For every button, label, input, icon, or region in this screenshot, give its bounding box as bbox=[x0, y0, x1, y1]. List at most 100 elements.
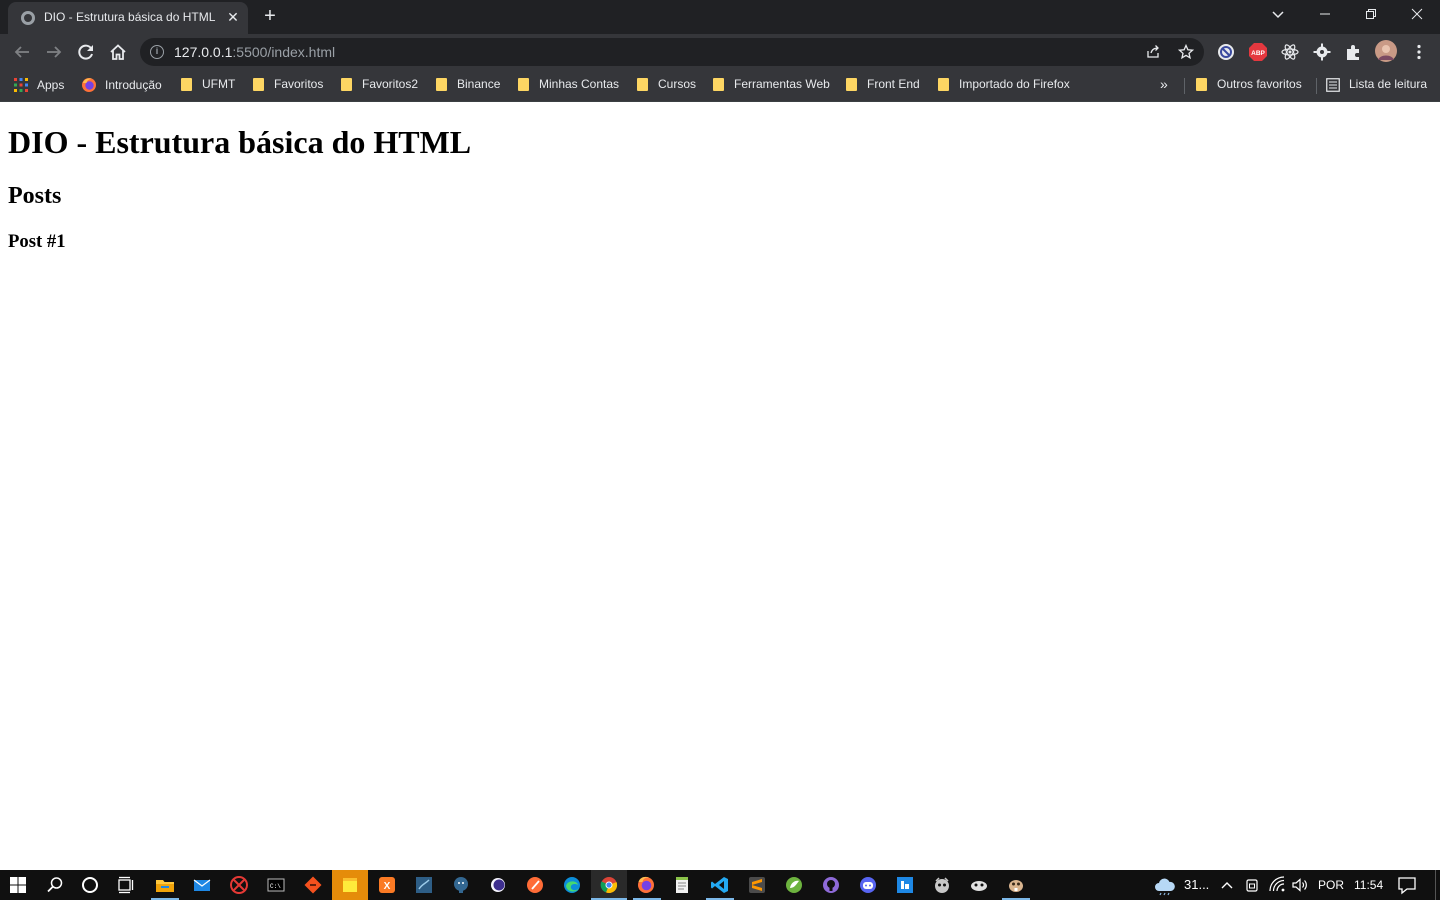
github-desktop-icon[interactable] bbox=[820, 874, 842, 896]
clock-time[interactable]: 11:54 bbox=[1354, 878, 1383, 892]
new-tab-button[interactable]: + bbox=[259, 5, 281, 27]
discord-icon[interactable] bbox=[857, 874, 879, 896]
extensions-puzzle-icon[interactable] bbox=[1344, 42, 1364, 62]
mail-icon[interactable] bbox=[191, 874, 213, 896]
url-text[interactable]: 127.0.0.1:5500/index.html bbox=[174, 44, 335, 60]
close-window-button[interactable] bbox=[1394, 0, 1440, 30]
git-icon[interactable] bbox=[302, 874, 324, 896]
bookmark-label: Binance bbox=[457, 77, 501, 91]
globe-icon bbox=[21, 11, 35, 25]
show-desktop-button[interactable] bbox=[1435, 870, 1436, 900]
tab-title: DIO - Estrutura básica do HTML bbox=[44, 10, 216, 24]
bookmark-folder-importado-firefox[interactable]: Importado do Firefox bbox=[938, 77, 1070, 95]
chrome-taskbar-button[interactable] bbox=[591, 870, 627, 900]
bookmark-apps[interactable]: Apps bbox=[13, 77, 64, 95]
minimize-icon bbox=[1320, 13, 1330, 15]
bookmark-folder-ufmt[interactable]: UFMT bbox=[181, 77, 235, 95]
cortana-icon[interactable] bbox=[79, 874, 101, 896]
firefox-icon[interactable] bbox=[635, 874, 657, 896]
command-prompt-icon[interactable]: C:\ bbox=[265, 874, 287, 896]
react-devtools-icon[interactable] bbox=[1280, 42, 1300, 62]
bookmark-folder-binance[interactable]: Binance bbox=[436, 77, 500, 95]
bookmark-folder-minhas-contas[interactable]: Minhas Contas bbox=[518, 77, 619, 95]
svg-text:X: X bbox=[384, 881, 391, 892]
minimize-button[interactable] bbox=[1302, 0, 1348, 30]
url-host: 127.0.0.1 bbox=[174, 44, 233, 60]
menu-kebab-icon[interactable] bbox=[1409, 42, 1429, 62]
volume-icon[interactable] bbox=[1290, 874, 1310, 896]
reload-icon[interactable] bbox=[72, 38, 100, 66]
tab-close-icon[interactable]: ✕ bbox=[224, 8, 242, 26]
address-bar[interactable]: i 127.0.0.1:5500/index.html bbox=[140, 38, 1204, 66]
gear-extension-icon[interactable] bbox=[1312, 42, 1332, 62]
bookmarks-overflow-chevron-icon[interactable]: » bbox=[1160, 76, 1168, 92]
site-info-icon[interactable]: i bbox=[150, 45, 164, 59]
input-language[interactable]: POR bbox=[1318, 878, 1344, 892]
app-red-circle-icon[interactable] bbox=[228, 874, 250, 896]
adblock-plus-icon[interactable]: ABP bbox=[1248, 42, 1268, 62]
sticky-notes-icon bbox=[343, 878, 357, 892]
profile-avatar[interactable] bbox=[1375, 40, 1397, 62]
bookmark-introducao[interactable]: Introdução bbox=[81, 77, 162, 95]
folder-icon bbox=[938, 78, 949, 91]
bookmark-folder-favoritos[interactable]: Favoritos bbox=[253, 77, 323, 95]
reading-list-button[interactable]: Lista de leitura bbox=[1326, 77, 1427, 95]
notepad-icon[interactable] bbox=[671, 874, 693, 896]
bookmark-label: Importado do Firefox bbox=[959, 77, 1070, 91]
eclipse-icon[interactable] bbox=[487, 874, 509, 896]
task-view-icon[interactable] bbox=[115, 874, 137, 896]
xampp-icon[interactable]: X bbox=[376, 874, 398, 896]
file-explorer-icon[interactable] bbox=[154, 874, 176, 896]
ubuntu-wsl-icon[interactable] bbox=[931, 874, 953, 896]
tab-search-chevron-icon[interactable] bbox=[1266, 2, 1290, 26]
sublime-text-icon[interactable] bbox=[746, 874, 768, 896]
dbeaver-icon[interactable] bbox=[1005, 874, 1027, 896]
bookmark-folder-cursos[interactable]: Cursos bbox=[637, 77, 696, 95]
restore-button[interactable] bbox=[1348, 0, 1394, 30]
tab-active[interactable]: DIO - Estrutura básica do HTML ✕ bbox=[8, 2, 248, 34]
blocker-extension-icon[interactable] bbox=[1216, 42, 1236, 62]
forward-icon[interactable] bbox=[40, 38, 68, 66]
search-icon[interactable] bbox=[44, 874, 66, 896]
azure-data-studio-icon[interactable] bbox=[894, 874, 916, 896]
svg-text:ABP: ABP bbox=[1251, 50, 1265, 57]
notifications-icon[interactable] bbox=[1396, 874, 1418, 896]
postman-icon[interactable] bbox=[524, 874, 546, 896]
bookmark-folder-outros-favoritos[interactable]: Outros favoritos bbox=[1196, 77, 1302, 95]
url-path: :5500/index.html bbox=[232, 44, 336, 60]
vscode-icon[interactable] bbox=[709, 874, 731, 896]
folder-icon bbox=[181, 78, 192, 91]
close-icon bbox=[1411, 8, 1423, 20]
windows-start-icon[interactable] bbox=[7, 874, 29, 896]
bookmark-folder-ferramentas-web[interactable]: Ferramentas Web bbox=[713, 77, 830, 95]
reading-list-label: Lista de leitura bbox=[1349, 77, 1428, 91]
spring-tools-icon[interactable] bbox=[783, 874, 805, 896]
bookmarks-bar: Apps Introdução UFMT Favoritos Favoritos… bbox=[0, 70, 1440, 102]
weather-cloud-icon[interactable] bbox=[1153, 874, 1177, 896]
folder-icon bbox=[341, 78, 352, 91]
bookmark-star-icon[interactable] bbox=[1178, 44, 1194, 60]
device-icon[interactable] bbox=[1242, 874, 1262, 896]
edge-icon[interactable] bbox=[561, 874, 583, 896]
bookmark-label: UFMT bbox=[202, 77, 236, 91]
wifi-icon[interactable] bbox=[1267, 874, 1287, 896]
back-icon[interactable] bbox=[8, 38, 36, 66]
chevron-up-icon[interactable] bbox=[1217, 874, 1237, 896]
tab-strip: DIO - Estrutura básica do HTML ✕ + bbox=[0, 0, 1440, 34]
bookmark-folder-front-end[interactable]: Front End bbox=[846, 77, 920, 95]
folder-icon bbox=[713, 78, 724, 91]
folder-icon bbox=[1196, 78, 1207, 91]
terminal-app-icon[interactable] bbox=[968, 874, 990, 896]
bookmark-label: Favoritos2 bbox=[362, 77, 419, 91]
share-icon[interactable] bbox=[1145, 44, 1161, 60]
bookmark-label: Introdução bbox=[105, 78, 162, 92]
postgresql-icon[interactable] bbox=[450, 874, 472, 896]
apps-grid-icon bbox=[14, 78, 28, 92]
weather-temperature[interactable]: 31... bbox=[1184, 877, 1209, 892]
sticky-notes-button[interactable] bbox=[332, 870, 368, 900]
folder-icon bbox=[518, 78, 529, 91]
bookmark-label: Minhas Contas bbox=[539, 77, 620, 91]
mysql-workbench-icon[interactable] bbox=[413, 874, 435, 896]
bookmark-folder-favoritos2[interactable]: Favoritos2 bbox=[341, 77, 418, 95]
home-icon[interactable] bbox=[104, 38, 132, 66]
